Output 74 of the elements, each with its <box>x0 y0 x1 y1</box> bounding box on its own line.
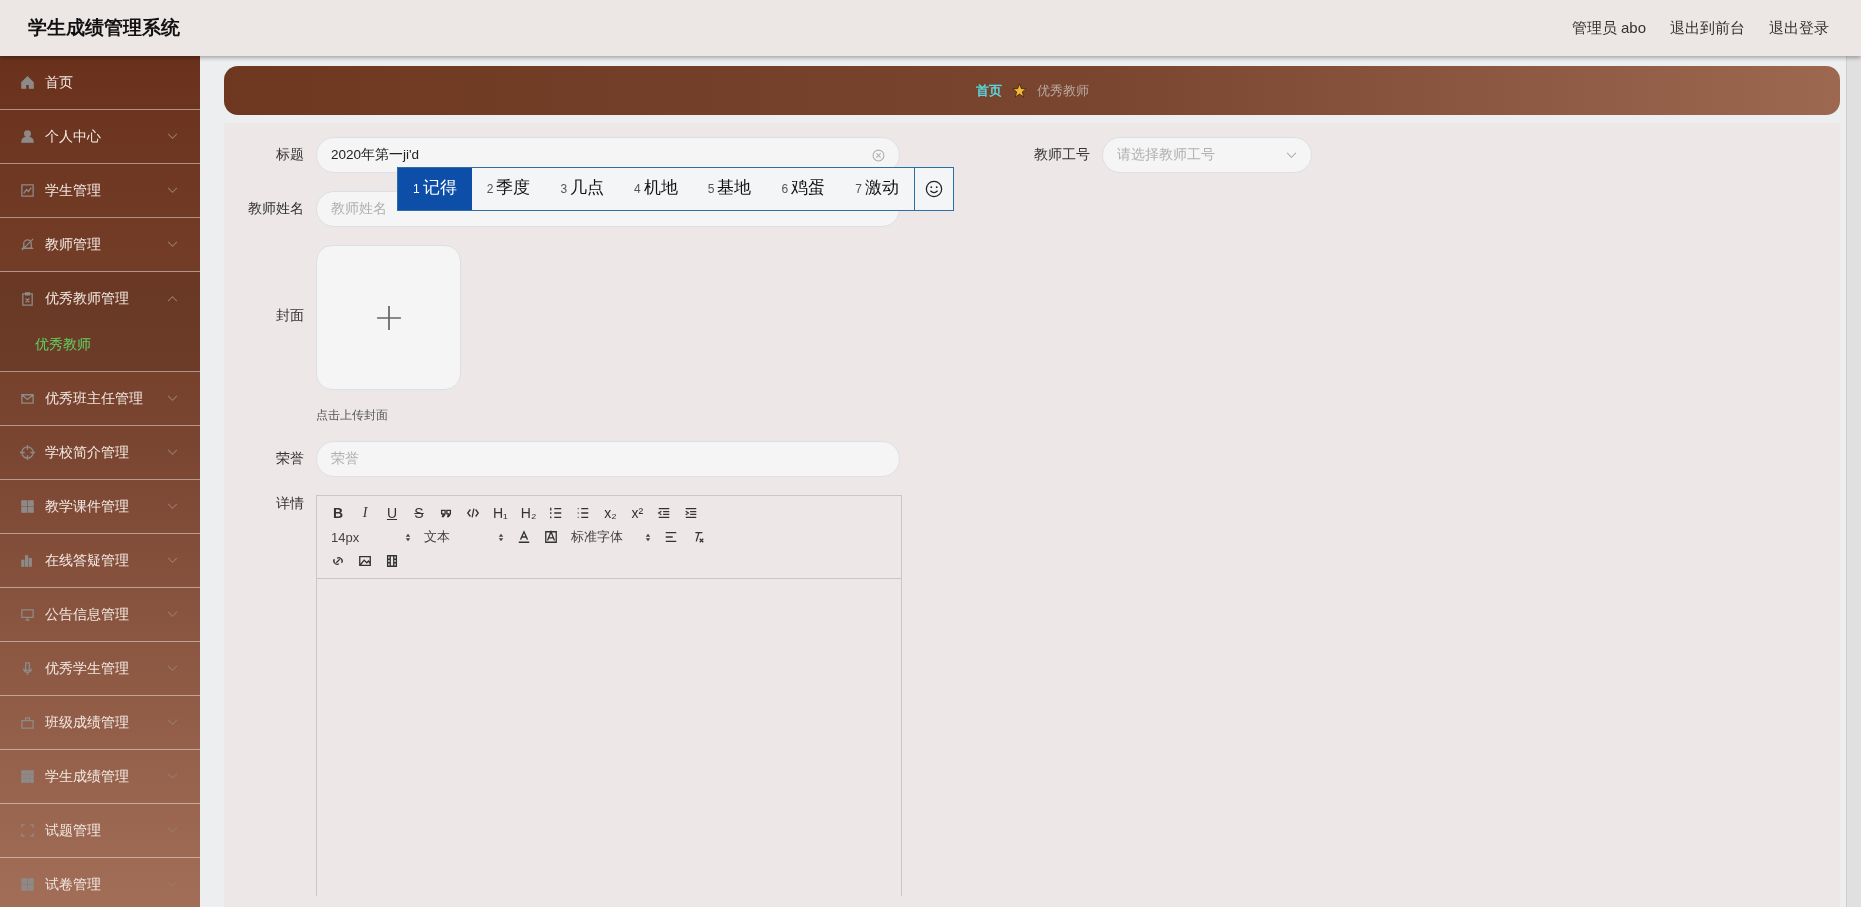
header-link[interactable]: 退出到前台 <box>1670 18 1745 38</box>
format-button[interactable]: B <box>331 505 345 521</box>
star-icon <box>1011 83 1027 98</box>
home-icon <box>20 75 35 90</box>
field-label: 详情 <box>275 495 304 513</box>
chevron-down-icon <box>1286 151 1297 159</box>
sidebar-item[interactable]: 教师管理 <box>0 218 200 271</box>
grid9-icon <box>20 769 35 784</box>
target-icon <box>20 445 35 460</box>
admin-user-label: 管理员 abo <box>1571 18 1646 38</box>
toolbar-select[interactable]: 文本 <box>424 528 504 546</box>
grid4-icon <box>20 877 35 892</box>
sidebar-item[interactable]: 试题管理 <box>0 804 200 857</box>
monitor-icon <box>20 607 35 622</box>
field-label: 封面 <box>275 307 304 325</box>
sidebar-item[interactable]: 学生成绩管理 <box>0 750 200 803</box>
scrollbar[interactable] <box>1846 56 1861 907</box>
field-label: 荣誉 <box>275 450 304 468</box>
code-icon[interactable] <box>466 506 480 520</box>
header-link[interactable]: 退出登录 <box>1769 18 1829 38</box>
color-icon[interactable] <box>517 530 531 544</box>
sidebar-item[interactable]: 学校简介管理 <box>0 426 200 479</box>
plus-icon <box>375 304 402 331</box>
smiley-icon[interactable] <box>924 180 943 198</box>
sidebar-item[interactable]: 优秀教师管理 <box>0 272 200 325</box>
sidebar-item[interactable]: 教学课件管理 <box>0 480 200 533</box>
sidebar-item[interactable]: 学生管理 <box>0 164 200 217</box>
sort-caret-icon <box>405 532 411 542</box>
toolbar-select[interactable]: 标准字体 <box>571 528 651 546</box>
upload-hint: 点击上传封面 <box>316 408 389 423</box>
field-label: 标题 <box>275 146 304 164</box>
breadcrumb-link[interactable]: 首页 <box>975 81 1002 100</box>
sidebar-item[interactable]: 优秀班主任管理 <box>0 372 200 425</box>
format-button[interactable]: I <box>358 505 372 521</box>
sidebar-item[interactable]: 优秀学生管理 <box>0 642 200 695</box>
mic-icon <box>20 661 35 676</box>
clipboard-icon <box>20 291 35 306</box>
grid4-icon <box>20 499 35 514</box>
format-button[interactable]: S <box>412 505 426 521</box>
chart-icon <box>20 183 35 198</box>
field-label: 教师姓名 <box>247 200 304 218</box>
case-icon <box>20 715 35 730</box>
field-label: 教师工号 <box>1033 146 1090 164</box>
sidebar-item[interactable]: 班级成绩管理 <box>0 696 200 749</box>
sort-caret-icon <box>645 532 651 542</box>
video-icon[interactable] <box>385 554 399 568</box>
user-icon <box>20 129 35 144</box>
sidebar-item[interactable]: 试卷管理 <box>0 858 200 907</box>
sidebar-item[interactable]: 个人中心 <box>0 110 200 163</box>
bars-icon <box>20 553 35 568</box>
format-button[interactable]: U <box>385 505 399 521</box>
sidebar-item[interactable]: 公告信息管理 <box>0 588 200 641</box>
link-icon[interactable] <box>331 554 345 568</box>
scan-icon <box>20 823 35 838</box>
sidebar-item[interactable]: 在线答疑管理 <box>0 534 200 587</box>
format-button[interactable]: H₂ <box>520 505 537 521</box>
ime-candidate[interactable]: 1 记得 <box>398 168 472 210</box>
format-button[interactable]: x² <box>630 505 645 521</box>
format-button[interactable]: x₂ <box>603 505 618 521</box>
sidebar-item[interactable]: 首页 <box>0 56 200 109</box>
format-button[interactable]: H₁ <box>493 505 508 521</box>
ul-icon[interactable] <box>576 506 591 520</box>
background-icon[interactable] <box>544 530 558 544</box>
ol-icon[interactable] <box>549 506 564 520</box>
app-title: 学生成绩管理系统 <box>28 16 180 40</box>
align-icon[interactable] <box>664 530 678 544</box>
outdent-icon[interactable] <box>657 506 672 520</box>
bell-icon <box>20 237 35 252</box>
sort-caret-icon <box>498 532 504 542</box>
mail-icon <box>20 391 35 406</box>
toolbar-select[interactable]: 14px <box>331 529 411 545</box>
image-icon[interactable] <box>358 554 372 568</box>
sidebar-subitem[interactable]: 优秀教师 <box>0 325 200 365</box>
indent-icon[interactable] <box>684 506 699 520</box>
